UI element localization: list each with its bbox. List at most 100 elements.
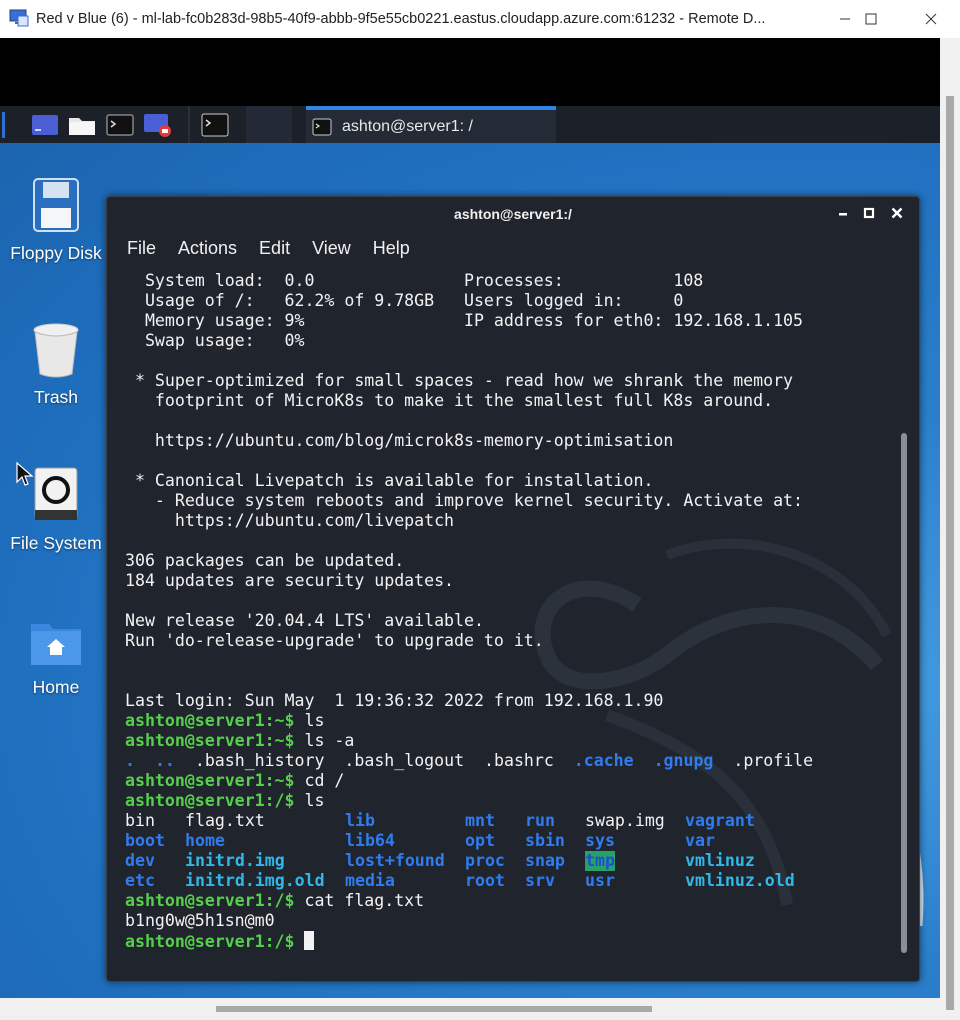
terminal-menubar: File Actions Edit View Help: [107, 231, 919, 265]
window-title: Red v Blue (6) - ml-lab-fc0b283d-98b5-40…: [36, 11, 766, 27]
terminal-icon: [312, 118, 332, 135]
terminal-line: System load: 0.0 Processes: 108: [125, 271, 704, 290]
terminal-scrollbar[interactable]: [901, 433, 907, 953]
command-text: cd /: [304, 771, 345, 790]
terminal-line: Swap usage: 0%: [125, 331, 305, 350]
terminal-line: footprint of MicroK8s to make it the sma…: [125, 391, 774, 410]
terminal-titlebar[interactable]: ashton@server1:/: [107, 197, 919, 231]
close-button[interactable]: [908, 0, 954, 38]
listing-entry: .bash_history: [194, 751, 325, 770]
command-text: ls: [304, 791, 325, 810]
terminal-launcher[interactable]: [105, 110, 135, 140]
vertical-scrollbar-thumb[interactable]: [946, 96, 954, 1010]
listing-entry: lib64: [345, 831, 395, 850]
terminal-input-line[interactable]: ashton@server1:/$: [125, 931, 315, 952]
command-text: ls -a: [304, 731, 355, 750]
listing-entry: opt: [465, 831, 495, 850]
screen-recorder-launcher[interactable]: [143, 110, 173, 140]
desktop-icon-trash[interactable]: Trash: [1, 322, 111, 408]
panel-menu-edge[interactable]: [0, 110, 6, 140]
remote-desktop-viewport[interactable]: ashton@server1: / Floppy Disk Trash File…: [0, 38, 940, 998]
top-panel: ashton@server1: /: [0, 106, 940, 143]
file-manager-launcher[interactable]: [67, 110, 97, 140]
listing-entry: lib: [345, 811, 375, 830]
listing-entry: .gnupg: [653, 751, 714, 770]
workspace-slot[interactable]: [246, 106, 292, 143]
terminal-line: https://ubuntu.com/livepatch: [125, 511, 455, 530]
listing-entry: var: [685, 831, 715, 850]
listing-entry: tmp: [585, 851, 615, 871]
remote-desktop-black-band: [0, 38, 940, 106]
listing-entry: dev: [125, 851, 155, 870]
show-desktop-button[interactable]: [30, 110, 60, 140]
terminal-command-line: ashton@server1:~$ cd /: [125, 771, 344, 791]
listing-entry: ..: [154, 751, 175, 770]
terminal-line: * Canonical Livepatch is available for i…: [125, 471, 654, 490]
workspace-terminal-button[interactable]: [198, 110, 232, 140]
menu-help[interactable]: Help: [362, 231, 421, 265]
listing-entry: root: [465, 871, 505, 890]
home-folder-icon: [31, 624, 81, 665]
terminal-line: Run 'do-release-upgrade' to upgrade to i…: [125, 631, 544, 650]
horizontal-scrollbar-thumb[interactable]: [216, 1006, 652, 1012]
listing-entry: .: [125, 751, 135, 770]
floppy-disk-icon: [33, 178, 79, 232]
terminal-line: https://ubuntu.com/blog/microk8s-memory-…: [125, 431, 674, 450]
listing-entry: boot: [125, 831, 165, 850]
menu-edit[interactable]: Edit: [248, 231, 301, 265]
listing-entry: vagrant: [685, 811, 755, 830]
desktop-icon-label: Floppy Disk: [10, 243, 102, 263]
taskbar-task-label: ashton@server1: /: [342, 117, 473, 135]
listing-entry: flag.txt: [185, 811, 265, 830]
terminal-command-line: ashton@server1:~$ ls: [125, 711, 324, 731]
window-titlebar: Red v Blue (6) - ml-lab-fc0b283d-98b5-40…: [0, 0, 960, 39]
mouse-cursor-icon: [16, 462, 34, 486]
shell-prompt: ashton@server1:/$: [125, 932, 305, 951]
command-text: ls: [304, 711, 325, 730]
taskbar-terminal-task[interactable]: ashton@server1: /: [306, 106, 556, 143]
maximize-icon: [865, 13, 877, 25]
close-icon: [925, 13, 937, 25]
terminal-line: Usage of /: 62.2% of 9.78GB Users logged…: [125, 291, 684, 310]
terminal-title: ashton@server1:/: [454, 206, 572, 222]
maximize-button[interactable]: [848, 0, 894, 38]
drive-icon: [34, 467, 78, 520]
listing-entry: mnt: [465, 811, 495, 830]
listing-entry: initrd.img: [185, 851, 285, 870]
listing-entry: proc: [465, 851, 505, 870]
terminal-output[interactable]: System load: 0.0 Processes: 108 Usage of…: [107, 265, 919, 981]
terminal-minimize-icon[interactable]: [835, 205, 851, 221]
remote-desktop-icon: [9, 9, 29, 27]
desktop-icon: [32, 115, 58, 135]
shell-prompt: ashton@server1:~$: [125, 771, 305, 790]
menu-file[interactable]: File: [107, 231, 167, 265]
menu-actions[interactable]: Actions: [167, 231, 248, 265]
shell-prompt: ashton@server1:/$: [125, 791, 305, 810]
terminal-close-icon[interactable]: [889, 205, 905, 221]
listing-entry: sbin: [525, 831, 565, 850]
terminal-line: New release '20.04.4 LTS' available.: [125, 611, 484, 630]
command-text: cat flag.txt: [304, 891, 425, 910]
menu-view[interactable]: View: [301, 231, 362, 265]
terminal-maximize-icon[interactable]: [861, 205, 877, 221]
terminal-line: Last login: Sun May 1 19:36:32 2022 from…: [125, 691, 664, 710]
listing-entry: lost+found: [345, 851, 445, 870]
terminal-window[interactable]: ashton@server1:/ File Actions Edit View …: [106, 196, 920, 982]
terminal-command-line: ashton@server1:/$ ls: [125, 791, 324, 811]
desktop-icon-label: File System: [10, 533, 102, 553]
listing-entry: vmlinuz.old: [685, 871, 795, 890]
terminal-line: 306 packages can be updated.: [125, 551, 405, 570]
listing-entry: sys: [585, 831, 615, 850]
trash-icon: [33, 323, 79, 378]
folder-icon: [69, 118, 95, 135]
desktop-icon-home[interactable]: Home: [1, 618, 111, 698]
desktop-icon-floppy-disk[interactable]: Floppy Disk: [1, 176, 111, 264]
shell-prompt: ashton@server1:/$: [125, 891, 305, 910]
kali-desktop[interactable]: ashton@server1: / Floppy Disk Trash File…: [0, 106, 940, 998]
listing-entry: .cache: [573, 751, 634, 770]
listing-entry: swap.img: [585, 811, 665, 830]
shell-prompt: ashton@server1:~$: [125, 711, 305, 730]
listing-entry: etc: [125, 871, 155, 890]
shell-prompt: ashton@server1:~$: [125, 731, 305, 750]
listing-entry: media: [345, 871, 395, 890]
